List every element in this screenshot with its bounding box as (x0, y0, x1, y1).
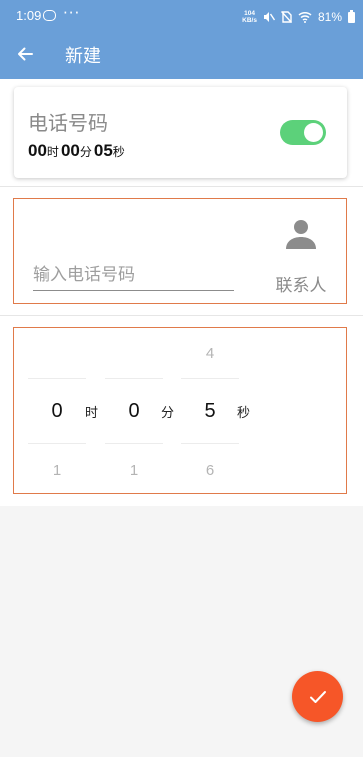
network-speed-value: 104 (244, 10, 255, 17)
seconds-selected: 5 (204, 400, 216, 422)
wheel-divider (105, 378, 163, 379)
seconds-wheel[interactable]: 4 5 6 (181, 328, 239, 493)
arrow-left-icon (18, 47, 33, 61)
summary-minutes-unit: 分 (79, 145, 92, 159)
summary-hours: 00 (28, 141, 47, 160)
more-notifications-icon: ··· (63, 4, 81, 22)
summary-title: 电话号码 (28, 111, 108, 135)
summary-card: 电话号码 00时 00分 05秒 (14, 87, 347, 178)
wheel-divider (181, 443, 239, 444)
check-icon (309, 690, 326, 703)
minutes-selected: 0 (128, 400, 140, 422)
wheel-divider (105, 443, 163, 444)
wheel-divider (28, 378, 86, 379)
app-bar: 新建 (0, 33, 363, 79)
seconds-above: 4 (205, 345, 215, 362)
phone-section: 联系人 (13, 198, 347, 304)
toggle-knob (304, 123, 323, 142)
confirm-button[interactable] (292, 671, 343, 722)
content-panel: 电话号码 00时00分05秒 联系人 0 1 时 (0, 79, 363, 506)
battery-percent: 81% (317, 10, 342, 24)
contact-label: 联系人 (275, 276, 327, 296)
mute-icon (263, 12, 275, 22)
network-speed: 104 KB/s (242, 10, 257, 24)
battery-icon (348, 9, 355, 23)
seconds-below: 6 (205, 462, 215, 479)
summary-seconds: 05 (93, 141, 113, 160)
divider (0, 315, 363, 316)
no-sim-icon (280, 11, 292, 23)
enable-toggle[interactable] (280, 120, 326, 145)
header: 1:09 ··· 104 KB/s 81% 新建 (0, 0, 363, 79)
person-icon (286, 220, 316, 249)
wheel-divider (28, 443, 86, 444)
minutes-unit: 分 (161, 406, 175, 421)
page-title: 新建 (65, 46, 101, 67)
wifi-icon (298, 11, 312, 23)
contact-button[interactable]: 联系人 (268, 211, 334, 296)
divider (0, 186, 363, 187)
minutes-wheel[interactable]: 0 1 (105, 328, 163, 493)
wheel-divider (181, 378, 239, 379)
app-notification-icon (43, 10, 56, 21)
status-bar: 1:09 ··· 104 KB/s 81% (0, 0, 363, 33)
network-speed-unit: KB/s (242, 17, 257, 24)
minutes-below: 1 (129, 462, 139, 479)
status-time: 1:09 (16, 8, 42, 23)
summary-hours-unit: 时 (46, 145, 59, 159)
phone-input[interactable] (33, 259, 234, 291)
hours-below: 1 (52, 462, 62, 479)
back-button[interactable] (8, 37, 42, 71)
status-indicators: 104 KB/s 81% (242, 8, 355, 26)
summary-seconds-unit: 秒 (112, 145, 125, 159)
summary-minutes: 00 (60, 141, 80, 160)
hours-wheel[interactable]: 0 1 (28, 328, 86, 493)
hours-selected: 0 (51, 400, 63, 422)
seconds-unit: 秒 (237, 406, 251, 421)
time-picker: 0 1 时 0 1 分 4 5 6 秒 (13, 327, 347, 494)
summary-duration: 00时 00分 05秒 (28, 141, 127, 161)
hours-unit: 时 (85, 406, 99, 421)
